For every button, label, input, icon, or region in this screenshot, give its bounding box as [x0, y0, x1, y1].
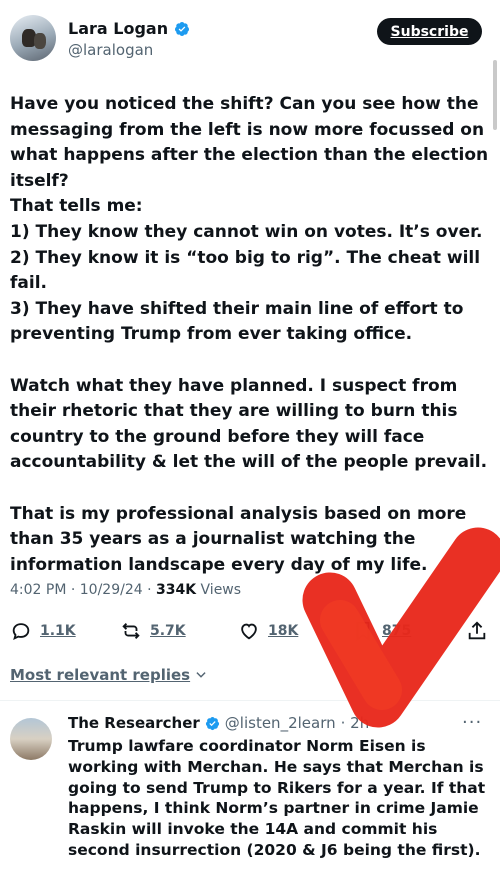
tweet-paragraph: That tells me: [10, 196, 143, 217]
views-count: 334K [156, 582, 197, 598]
author-avatar[interactable] [10, 15, 56, 61]
bookmark-count: 875 [382, 623, 412, 639]
reply-text: Trump lawfare coordinator Norm Eisen is … [68, 737, 486, 859]
action-bar: 1.1K 5.7K 18K 875 [0, 612, 500, 652]
tweet-paragraph: Have you noticed the shift? Can you see … [10, 94, 489, 191]
bookmark-button[interactable]: 875 [352, 620, 411, 642]
author-name-row: Lara Logan [68, 19, 190, 38]
reply-time: · 2h [340, 714, 370, 732]
reply-header: The Researcher @listen_2learn · 2h [68, 714, 369, 732]
chevron-down-icon [196, 672, 206, 678]
share-button[interactable] [466, 620, 488, 642]
reply-author-name[interactable]: The Researcher [68, 714, 200, 732]
share-icon [468, 621, 486, 640]
repost-button[interactable]: 5.7K [120, 620, 186, 642]
reply-icon [12, 623, 30, 640]
avatar-figure [34, 33, 46, 49]
verified-badge-icon [175, 21, 190, 36]
like-count: 18K [268, 623, 299, 639]
tweet-meta: 4:02 PM · 10/29/24 · 334K Views [10, 582, 241, 598]
tweet-paragraph: That is my professional analysis based o… [10, 503, 467, 575]
repost-count: 5.7K [150, 623, 186, 639]
verified-badge-icon [205, 716, 219, 730]
reply-author-handle[interactable]: @listen_2learn [225, 714, 336, 732]
repost-icon [122, 623, 140, 639]
author-name[interactable]: Lara Logan [68, 19, 168, 38]
tweet-paragraph: 2) They know it is “too big to rig”. The… [10, 247, 481, 294]
reply-count: 1.1K [40, 623, 76, 639]
tweet-paragraph: 1) They know they cannot win on votes. I… [10, 221, 483, 242]
like-button[interactable]: 18K [238, 620, 298, 642]
replies-sort-label: Most relevant replies [10, 666, 191, 684]
divider [0, 700, 500, 701]
tweet-text: Have you noticed the shift? Can you see … [10, 92, 490, 578]
tweet-timestamp[interactable]: 4:02 PM · 10/29/24 · [10, 582, 156, 598]
tweet-header: Lara Logan @laralogan Subscribe [0, 0, 500, 80]
bookmark-icon [356, 621, 370, 642]
like-icon [241, 623, 257, 640]
more-icon[interactable]: ··· [462, 712, 482, 733]
views-label: Views [196, 582, 242, 598]
replies-sort-dropdown[interactable]: Most relevant replies [10, 666, 208, 684]
subscribe-button[interactable]: Subscribe [377, 18, 482, 45]
reply-button[interactable]: 1.1K [10, 620, 76, 642]
reply-avatar[interactable] [10, 718, 52, 760]
tweet-paragraph: Watch what they have planned. I suspect … [10, 375, 488, 473]
tweet-paragraph: 3) They have shifted their main line of … [10, 298, 464, 345]
author-handle[interactable]: @laralogan [68, 41, 153, 59]
